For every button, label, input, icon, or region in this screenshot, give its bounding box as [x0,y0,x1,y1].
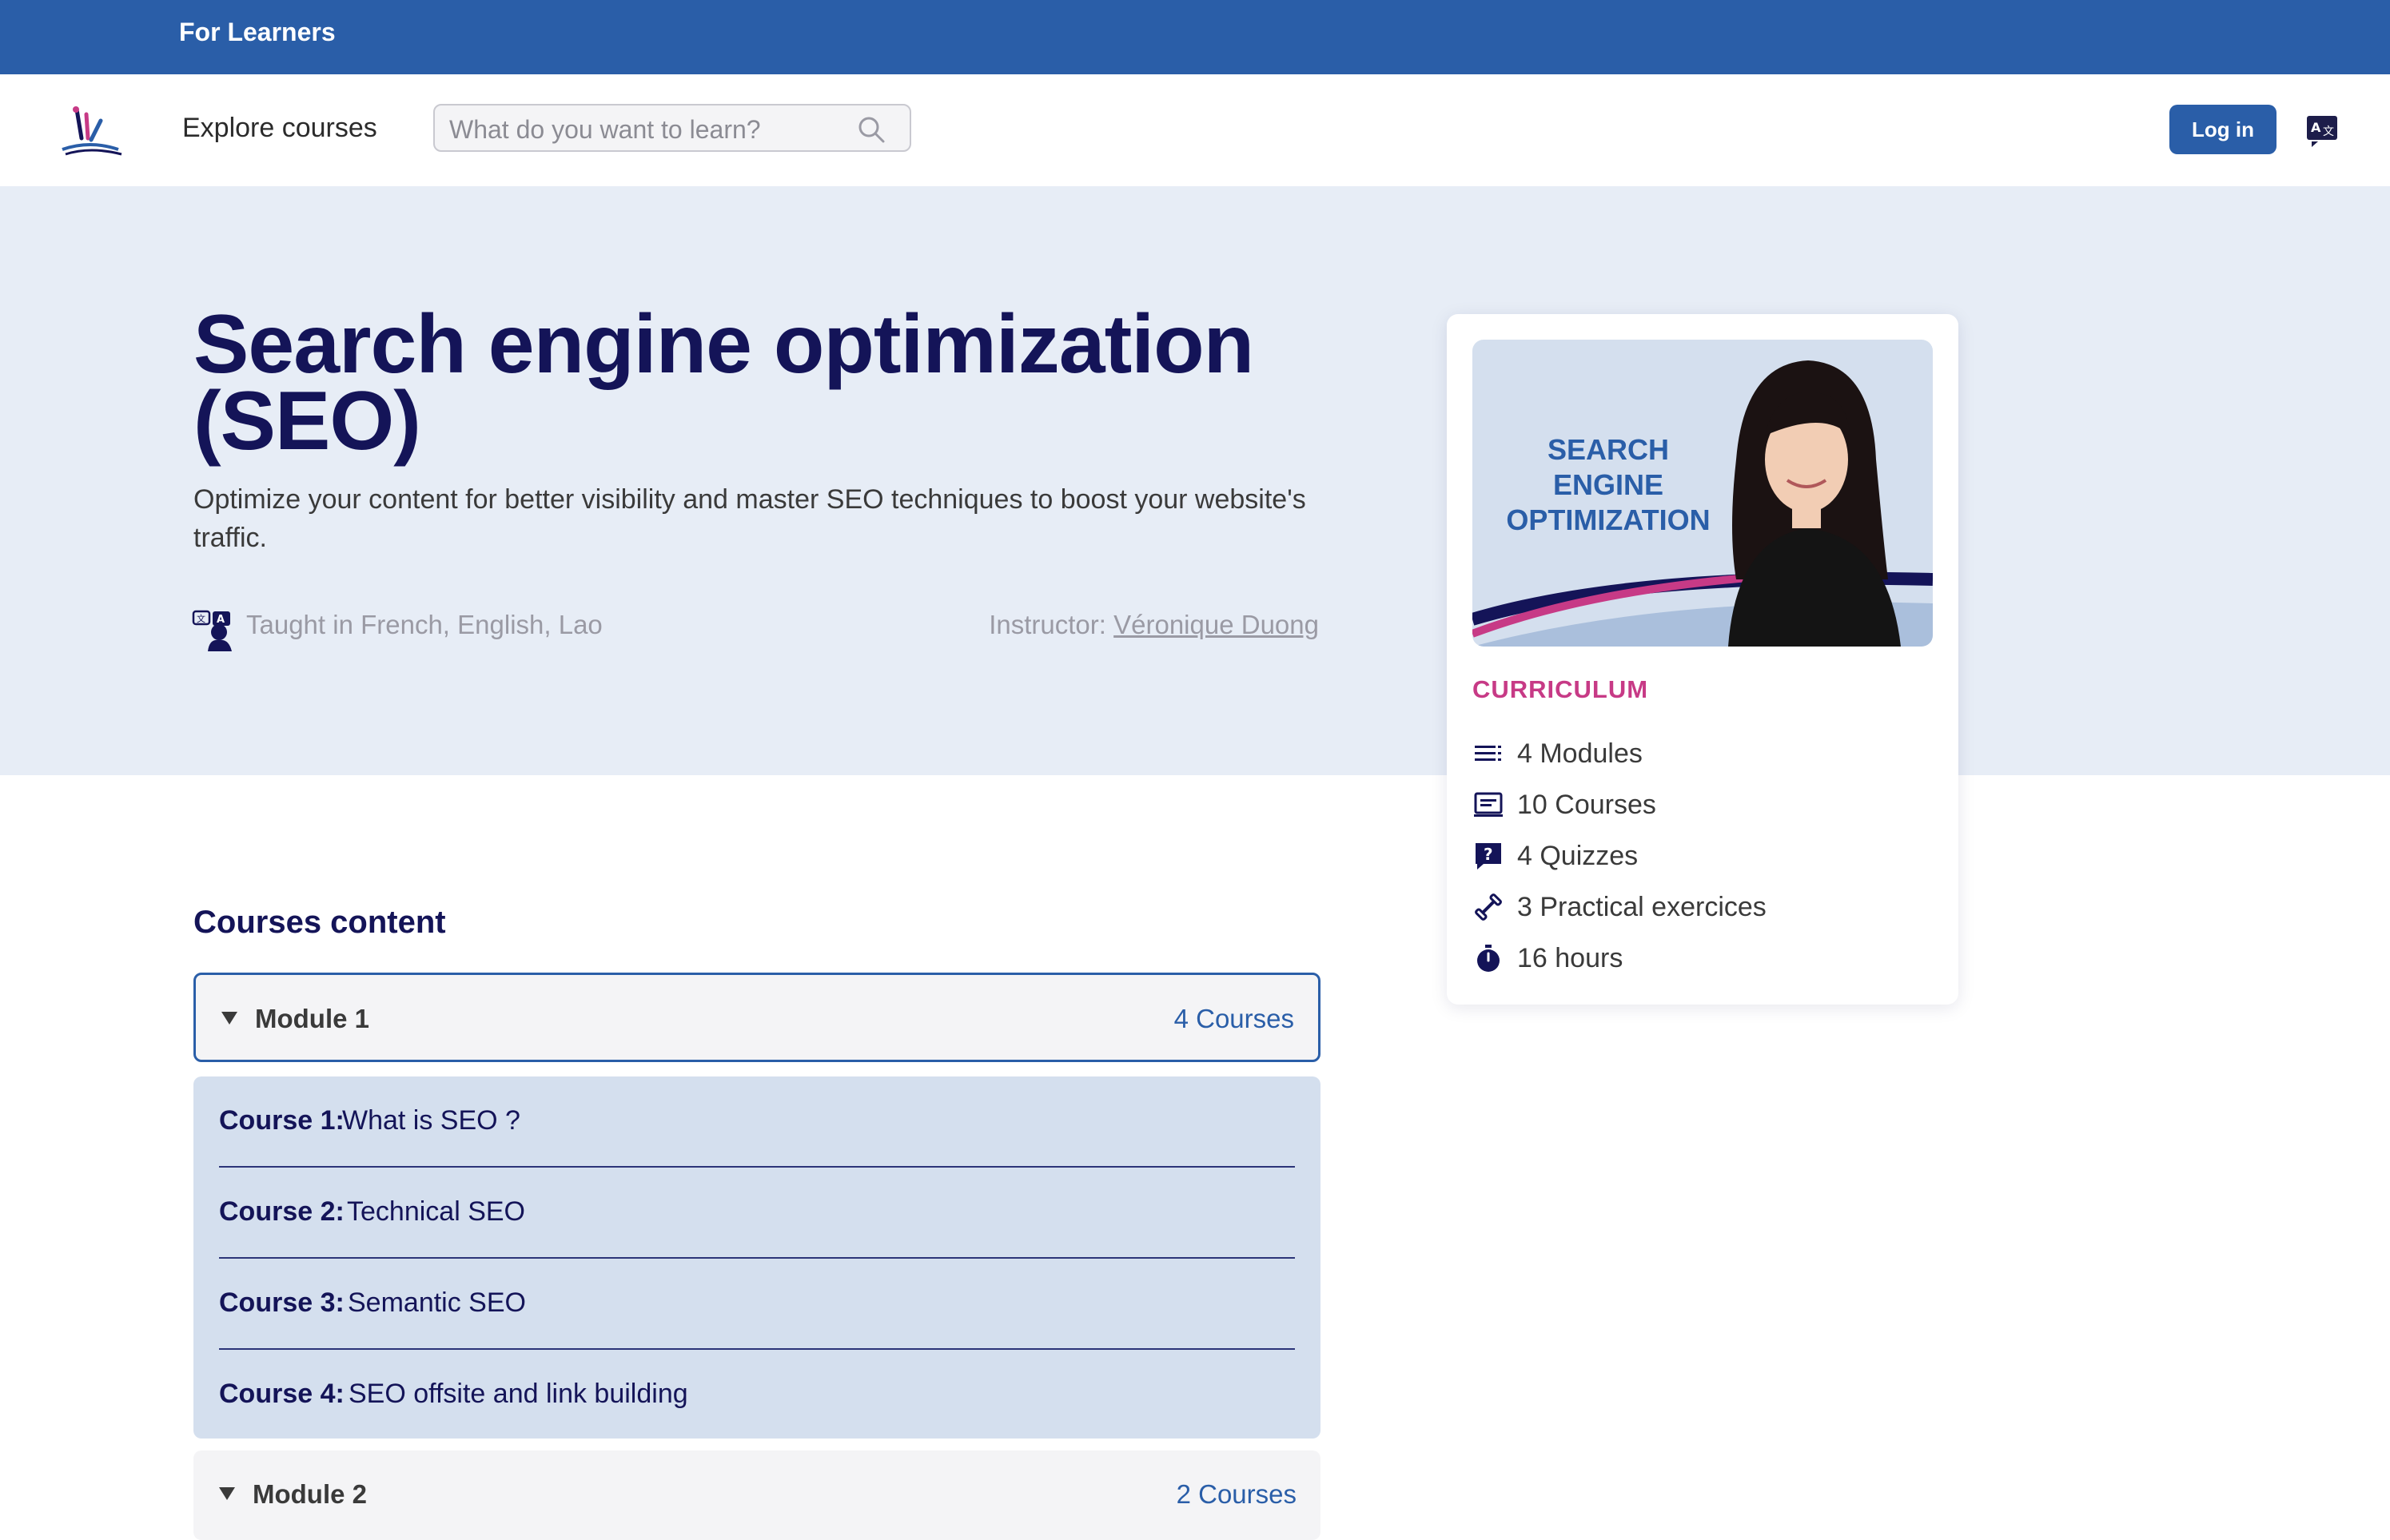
curriculum-item-courses: 10 Courses [1472,779,1936,830]
top-bar: For Learners [0,0,2390,74]
courses-content-heading: Courses content [193,905,446,940]
course-row[interactable]: Course 4: SEO offsite and link building [219,1350,1295,1441]
course-name: Semantic SEO [348,1287,526,1318]
thumbnail-caption: SEARCH ENGINE OPTIMIZATION [1488,432,1728,538]
logo-icon[interactable] [54,103,126,159]
quiz-icon: ? [1476,843,1501,869]
course-number: Course 2: [219,1196,345,1227]
curriculum-card: SEARCH ENGINE OPTIMIZATION CURRICULUM 4 … [1447,314,1958,1005]
svg-text:A: A [2311,120,2321,135]
curriculum-list: 4 Modules 10 Courses ? 4 Quizzes 3 Pract… [1472,728,1936,984]
curriculum-item-modules: 4 Modules [1472,728,1936,779]
instructor-info: Instructor: Véronique Duong [966,610,1319,640]
module-2-header[interactable]: Module 2 2 Courses [193,1450,1320,1540]
taught-in-languages: Taught in French, English, Lao [246,610,603,639]
caret-down-icon [219,1487,235,1500]
curriculum-item-quizzes: ? 4 Quizzes [1472,830,1936,881]
course-row[interactable]: Course 1: What is SEO ? [219,1076,1295,1168]
search-box [433,104,911,152]
translate-icon[interactable]: A 文 [2305,114,2339,148]
thumbnail-caption-line1: SEARCH ENGINE [1547,433,1669,501]
dumbbell-icon [1475,893,1502,921]
svg-text:A: A [217,614,225,626]
stopwatch-icon [1477,945,1500,972]
curriculum-item-hours: 16 hours [1472,933,1936,984]
explore-courses-link[interactable]: Explore courses [182,113,377,144]
for-learners-link[interactable]: For Learners [179,18,336,47]
list-icon [1475,746,1501,761]
curriculum-item-label: 10 Courses [1517,789,1656,820]
module-1-course-list: Course 1: What is SEO ? Course 2: Techni… [193,1076,1320,1439]
login-button[interactable]: Log in [2169,105,2276,154]
module-course-count: 2 Courses [1176,1479,1297,1509]
search-input[interactable] [448,113,850,146]
laptop-icon [1474,792,1503,817]
thumbnail-caption-line2: OPTIMIZATION [1506,503,1711,536]
svg-text:?: ? [1484,845,1493,864]
page-title: Search engine optimization (SEO) [193,298,1254,468]
curriculum-item-label: 4 Modules [1517,738,1643,769]
svg-text:文: 文 [2323,125,2334,138]
curriculum-item-exercises: 3 Practical exercices [1472,881,1936,933]
course-name: SEO offsite and link building [349,1379,688,1409]
navbar: Explore courses Log in A 文 [0,74,2390,186]
curriculum-item-label: 3 Practical exercices [1517,891,1767,922]
course-name: Technical SEO [347,1196,525,1227]
curriculum-item-label: 4 Quizzes [1517,840,1639,871]
module-1-header[interactable]: Module 1 4 Courses [193,973,1320,1062]
instructor-link[interactable]: Véronique Duong [1113,610,1319,639]
course-row[interactable]: Course 3: Semantic SEO [219,1259,1295,1350]
course-name: What is SEO ? [342,1105,520,1136]
course-row[interactable]: Course 2: Technical SEO [219,1168,1295,1259]
curriculum-item-label: 16 hours [1517,942,1623,973]
instructor-label: Instructor: [989,610,1106,639]
module-title: Module 2 [253,1479,368,1509]
language-speaker-icon: 文 A [192,610,232,651]
module-course-count: 4 Courses [1173,1004,1294,1033]
svg-text:文: 文 [197,613,205,624]
course-thumbnail: SEARCH ENGINE OPTIMIZATION [1472,340,1933,647]
search-icon[interactable] [856,114,886,145]
caret-down-icon [221,1012,237,1025]
course-number: Course 4: [219,1379,345,1409]
module-title: Module 1 [255,1004,370,1033]
hero-section: Search engine optimization (SEO) Optimiz… [0,186,2390,775]
course-number: Course 1: [219,1105,345,1136]
course-description: Optimize your content for better visibil… [193,484,1306,553]
curriculum-heading: CURRICULUM [1472,675,1649,703]
course-number: Course 3: [219,1287,345,1318]
